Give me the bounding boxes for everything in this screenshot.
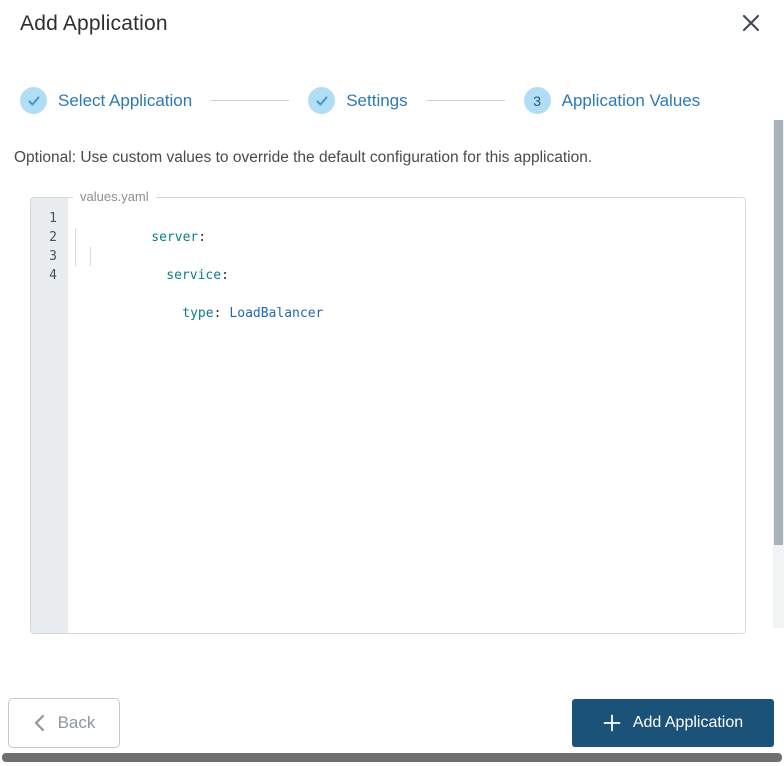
step-3-circle: 3 xyxy=(523,87,551,114)
line-number: 4 xyxy=(49,268,57,283)
add-application-button[interactable]: Add Application xyxy=(572,699,774,747)
line-number: 1 xyxy=(49,211,57,226)
back-button[interactable]: Back xyxy=(8,698,120,748)
check-icon xyxy=(28,96,39,105)
wizard-stepper: Select Application Settings 3 Applicatio… xyxy=(20,87,700,114)
vertical-scrollbar-track[interactable] xyxy=(773,120,784,628)
vertical-scrollbar-thumb[interactable] xyxy=(774,120,783,545)
values-yaml-editor[interactable]: values.yaml 1 server: 2 service: 3 type:… xyxy=(30,189,746,634)
code-line: 4 xyxy=(31,266,745,285)
step-select-application[interactable]: Select Application xyxy=(20,87,192,114)
close-button[interactable] xyxy=(738,10,764,36)
step-connector xyxy=(211,100,290,101)
optional-values-description: Optional: Use custom values to override … xyxy=(14,149,593,166)
yaml-key: type xyxy=(182,306,214,321)
step-3-label: Application Values xyxy=(561,90,701,110)
step-1-circle xyxy=(20,87,47,114)
back-button-label: Back xyxy=(57,713,96,732)
plus-icon xyxy=(603,714,621,732)
step-2-circle xyxy=(308,87,336,114)
chevron-left-icon xyxy=(34,714,44,732)
dialog-title: Add Application xyxy=(20,12,168,35)
close-icon xyxy=(742,14,760,32)
step-settings[interactable]: Settings xyxy=(308,87,408,114)
yaml-value: LoadBalancer xyxy=(229,306,324,321)
step-connector xyxy=(426,100,505,101)
step-application-values[interactable]: 3 Application Values xyxy=(523,87,701,114)
horizontal-scrollbar-thumb[interactable] xyxy=(2,753,782,762)
line-number: 3 xyxy=(49,249,57,264)
code-line: 1 server: xyxy=(31,209,745,245)
code-line: 2 service: xyxy=(31,228,745,283)
yaml-colon: : xyxy=(213,306,222,321)
step-2-label: Settings xyxy=(346,90,408,110)
line-number: 2 xyxy=(49,230,57,245)
indent-guide xyxy=(90,247,91,266)
step-3-number: 3 xyxy=(533,92,542,109)
indent-guide xyxy=(75,247,76,266)
indent-guide xyxy=(75,228,76,247)
check-icon xyxy=(316,96,328,105)
add-application-button-label: Add Application xyxy=(632,714,744,731)
code-line: 3 type: LoadBalancer xyxy=(31,247,745,321)
editor-code-area[interactable]: 1 server: 2 service: 3 type: LoadBalancer xyxy=(31,209,745,321)
editor-filename-label: values.yaml xyxy=(73,189,156,204)
step-1-label: Select Application xyxy=(58,90,193,110)
